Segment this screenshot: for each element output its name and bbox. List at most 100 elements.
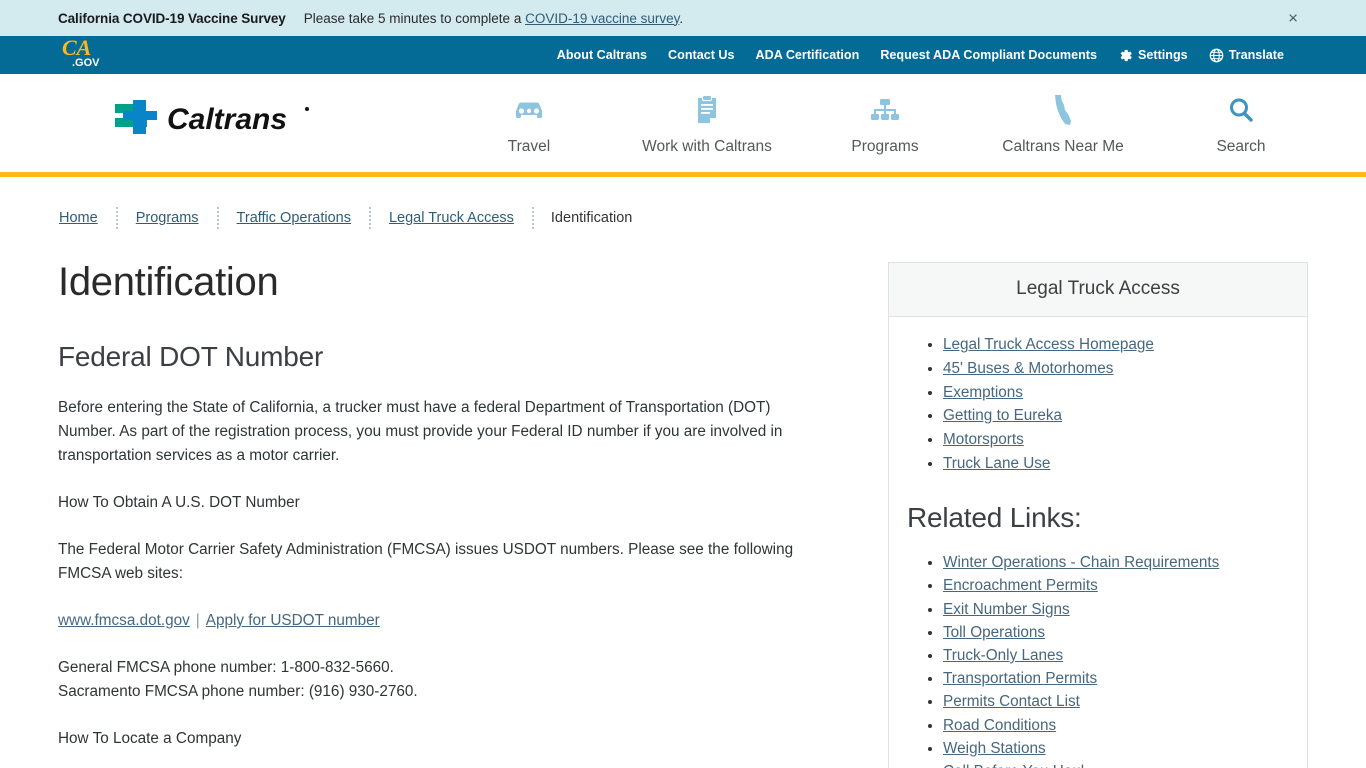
site-header: Caltrans Travel Work with Caltrans Progr…: [0, 74, 1366, 177]
breadcrumb-item-programs[interactable]: Programs: [135, 210, 200, 226]
list-item: Toll Operations: [943, 621, 1307, 644]
section-heading-federal-dot-number: Federal DOT Number: [58, 341, 324, 372]
main-content: Identification Federal DOT Number Before…: [58, 229, 888, 768]
nav-item-travel[interactable]: Travel: [440, 90, 618, 156]
list-item: Permits Contact List: [943, 690, 1307, 713]
breadcrumb: Home Programs Traffic Operations Legal T…: [0, 177, 1366, 229]
list-item: 45' Buses & Motorhomes: [943, 357, 1307, 380]
primary-nav: Travel Work with Caltrans Programs Caltr…: [440, 90, 1330, 156]
nav-item-search[interactable]: Search: [1152, 90, 1330, 156]
page-title: Identification: [58, 260, 279, 304]
list-item: Truck Lane Use: [943, 452, 1307, 475]
sidebar-box-body: Legal Truck Access Homepage 45' Buses & …: [889, 317, 1307, 768]
utility-link-settings[interactable]: Settings: [1118, 48, 1188, 63]
nav-item-label: Programs: [851, 138, 919, 155]
nav-item-label: Caltrans Near Me: [1002, 138, 1124, 155]
breadcrumb-item-traffic-operations[interactable]: Traffic Operations: [236, 210, 352, 226]
related-link-weigh-stations[interactable]: Weigh Stations: [943, 740, 1046, 757]
nav-item-work-with-caltrans[interactable]: Work with Caltrans: [618, 90, 796, 156]
svg-text:.GOV: .GOV: [72, 57, 100, 69]
list-item: Encroachment Permits: [943, 574, 1307, 597]
alert-text-after: .: [679, 10, 684, 26]
globe-icon: [1209, 48, 1224, 63]
covid-alert-banner: California COVID-19 Vaccine Survey Pleas…: [0, 0, 1366, 36]
related-link-exit-number-signs[interactable]: Exit Number Signs: [943, 601, 1070, 618]
sidebar-link-truck-lane-use[interactable]: Truck Lane Use: [943, 455, 1050, 472]
related-links-title: Related Links:: [907, 502, 1082, 534]
utility-nav: About Caltrans Contact Us ADA Certificat…: [557, 48, 1284, 63]
nav-item-label: Search: [1216, 138, 1266, 155]
related-link-toll-operations[interactable]: Toll Operations: [943, 624, 1045, 641]
sidebar-link-list: Legal Truck Access Homepage 45' Buses & …: [889, 333, 1307, 475]
list-item: Weigh Stations: [943, 737, 1307, 760]
link-separator: |: [195, 612, 200, 629]
breadcrumb-separator: [216, 207, 219, 229]
utility-link-label: Contact Us: [668, 48, 735, 62]
related-link-call-before-you-haul[interactable]: Call Before You Haul: [943, 763, 1084, 768]
list-item: Road Conditions: [943, 714, 1307, 737]
list-item: Exemptions: [943, 381, 1307, 404]
utility-link-contact-us[interactable]: Contact Us: [668, 48, 734, 62]
related-link-permits-contact-list[interactable]: Permits Contact List: [943, 693, 1080, 710]
utility-link-label: ADA Certification: [755, 48, 860, 62]
sidebar-box-title: Legal Truck Access: [889, 263, 1307, 317]
related-link-truck-only-lanes[interactable]: Truck-Only Lanes: [943, 647, 1063, 664]
sidebar-link-exemptions[interactable]: Exemptions: [943, 384, 1023, 401]
breadcrumb-separator: [368, 207, 371, 229]
utility-link-translate[interactable]: Translate: [1209, 48, 1284, 63]
link-fmcsa-dot-gov[interactable]: www.fmcsa.dot.gov: [58, 612, 190, 629]
phone-sacramento: Sacramento FMCSA phone number: (916) 930…: [58, 683, 418, 700]
breadcrumb-item-legal-truck-access[interactable]: Legal Truck Access: [388, 210, 515, 226]
legal-truck-access-box: Legal Truck Access Legal Truck Access Ho…: [888, 262, 1308, 768]
alert-message: Please take 5 minutes to complete a COVI…: [304, 11, 683, 26]
related-link-encroachment-permits[interactable]: Encroachment Permits: [943, 577, 1098, 594]
breadcrumb-separator: [531, 207, 534, 229]
list-item: Call Before You Haul: [943, 760, 1307, 768]
org-chart-icon: [796, 90, 974, 130]
breadcrumb-separator: [115, 207, 118, 229]
search-icon: [1152, 90, 1330, 130]
related-link-winter-operations[interactable]: Winter Operations - Chain Requirements: [943, 554, 1219, 571]
paragraph-how-to-locate: How To Locate a Company: [58, 730, 242, 747]
list-item: Motorsports: [943, 428, 1307, 451]
alert-title: California COVID-19 Vaccine Survey: [58, 10, 286, 26]
utility-link-request-ada-documents[interactable]: Request ADA Compliant Documents: [880, 48, 1097, 62]
svg-text:Caltrans: Caltrans: [167, 103, 287, 136]
list-item: Legal Truck Access Homepage: [943, 333, 1307, 356]
related-link-transportation-permits[interactable]: Transportation Permits: [943, 670, 1097, 687]
utility-link-label: Request ADA Compliant Documents: [880, 48, 1097, 62]
paragraph-before-entering: Before entering the State of California,…: [58, 399, 783, 464]
nav-item-programs[interactable]: Programs: [796, 90, 974, 156]
utility-link-label: Settings: [1138, 48, 1188, 62]
ca-gov-logo[interactable]: CA .GOV: [58, 33, 108, 73]
list-item: Getting to Eureka: [943, 404, 1307, 427]
paragraph-fmcsa-issues: The Federal Motor Carrier Safety Adminis…: [58, 541, 794, 582]
california-state-icon: [974, 90, 1152, 130]
sidebar-link-legal-truck-access-homepage[interactable]: Legal Truck Access Homepage: [943, 336, 1154, 353]
breadcrumb-item-home[interactable]: Home: [58, 210, 99, 226]
close-icon[interactable]: ×: [1282, 8, 1304, 29]
page-body: Identification Federal DOT Number Before…: [0, 229, 1366, 768]
utility-link-about-caltrans[interactable]: About Caltrans: [557, 48, 647, 62]
caltrans-logo[interactable]: Caltrans: [105, 96, 315, 140]
sidebar-link-getting-to-eureka[interactable]: Getting to Eureka: [943, 407, 1062, 424]
list-item: Truck-Only Lanes: [943, 644, 1307, 667]
fmcsa-phone-numbers: General FMCSA phone number: 1-800-832-56…: [58, 656, 828, 704]
covid-survey-link[interactable]: COVID-19 vaccine survey: [525, 11, 679, 26]
fmcsa-links-row: www.fmcsa.dot.gov | Apply for USDOT number: [58, 609, 828, 633]
list-item: Exit Number Signs: [943, 598, 1307, 621]
link-apply-for-usdot-number[interactable]: Apply for USDOT number: [206, 612, 380, 629]
alert-text-before: Please take 5 minutes to complete a: [303, 10, 526, 26]
utility-link-label: About Caltrans: [556, 48, 648, 62]
gear-icon: [1118, 48, 1133, 63]
sidebar-link-motorsports[interactable]: Motorsports: [943, 431, 1024, 448]
list-item: Transportation Permits: [943, 667, 1307, 690]
utility-link-label: Translate: [1228, 48, 1284, 62]
nav-item-caltrans-near-me[interactable]: Caltrans Near Me: [974, 90, 1152, 156]
ca-gov-utility-bar: CA .GOV About Caltrans Contact Us ADA Ce…: [0, 33, 1366, 74]
related-link-road-conditions[interactable]: Road Conditions: [943, 717, 1056, 734]
breadcrumb-item-identification: Identification: [550, 210, 633, 226]
sidebar-link-45-buses-motorhomes[interactable]: 45' Buses & Motorhomes: [943, 360, 1113, 377]
utility-link-ada-certification[interactable]: ADA Certification: [756, 48, 860, 62]
list-item: Winter Operations - Chain Requirements: [943, 551, 1307, 574]
